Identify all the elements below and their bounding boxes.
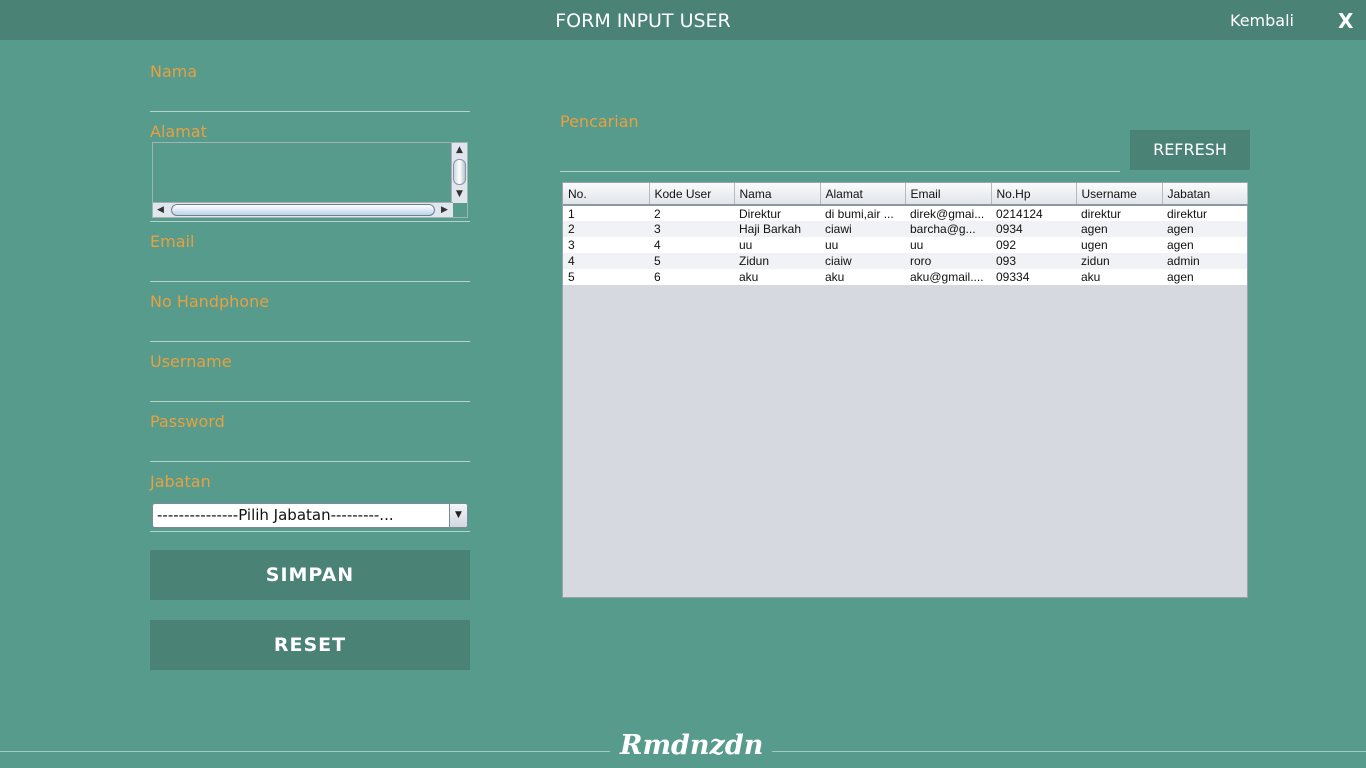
table-cell: 0934 <box>991 221 1076 237</box>
alamat-underline <box>150 221 470 222</box>
table-cell: aku <box>820 269 905 285</box>
handphone-label: No Handphone <box>150 292 270 311</box>
refresh-button[interactable]: REFRESH <box>1130 130 1250 170</box>
table-cell: agen <box>1162 221 1247 237</box>
column-header[interactable]: No.Hp <box>991 183 1077 206</box>
table-cell: roro <box>905 253 991 269</box>
alamat-label: Alamat <box>150 122 207 141</box>
table-cell: 2 <box>649 205 734 221</box>
table-cell: 5 <box>563 269 649 285</box>
nama-label: Nama <box>150 62 198 81</box>
table-cell: di bumi,air ... <box>820 205 905 221</box>
column-header[interactable]: Username <box>1076 183 1163 206</box>
table-cell: admin <box>1162 253 1247 269</box>
table-cell: aku@gmail.... <box>905 269 991 285</box>
table-cell: agen <box>1162 237 1247 253</box>
table-row[interactable]: 3 4 uu uu uu 092 ugen agen <box>563 237 1247 253</box>
table-cell: barcha@g... <box>905 221 991 237</box>
password-field[interactable] <box>150 461 470 462</box>
table-cell: aku <box>1076 269 1162 285</box>
jabatan-select[interactable]: ---------------Pilih Jabatan---------...… <box>152 503 468 528</box>
table-cell: 3 <box>563 237 649 253</box>
table-cell: 0214124 <box>991 205 1076 221</box>
email-field[interactable] <box>150 281 470 282</box>
table-row[interactable]: 5 6 aku aku aku@gmail.... 09334 aku agen <box>563 269 1247 285</box>
table-cell: 4 <box>563 253 649 269</box>
column-header[interactable]: Email <box>905 183 992 206</box>
reset-button[interactable]: RESET <box>150 620 470 670</box>
table-cell: ciawi <box>820 221 905 237</box>
table-cell: 5 <box>649 253 734 269</box>
table-row[interactable]: 4 5 Zidun ciaiw roro 093 zidun admin <box>563 253 1247 269</box>
user-table: No. Kode User Nama Alamat Email No.Hp Us… <box>562 182 1248 598</box>
close-button[interactable]: X <box>1338 9 1353 33</box>
username-field[interactable] <box>150 401 470 402</box>
table-cell: direk@gmai... <box>905 205 991 221</box>
table-cell: agen <box>1076 221 1162 237</box>
save-button[interactable]: SIMPAN <box>150 550 470 600</box>
table-cell: direktur <box>1076 205 1162 221</box>
scroll-up-icon[interactable]: ▲ <box>452 143 467 157</box>
table-cell: aku <box>734 269 820 285</box>
signature-logo: Rmdnzdn <box>620 730 764 761</box>
table-cell: ugen <box>1076 237 1162 253</box>
table-cell: Zidun <box>734 253 820 269</box>
scroll-thumb[interactable] <box>171 204 435 216</box>
table-cell: 6 <box>649 269 734 285</box>
table-cell: uu <box>820 237 905 253</box>
table-row[interactable]: 1 2 Direktur di bumi,air ... direk@gmai.… <box>563 205 1247 221</box>
email-label: Email <box>150 232 195 251</box>
column-header[interactable]: Kode User <box>649 183 735 206</box>
search-field[interactable] <box>560 171 1120 172</box>
scroll-thumb[interactable] <box>453 159 466 185</box>
table-cell: 093 <box>991 253 1076 269</box>
column-header[interactable]: Nama <box>734 183 821 206</box>
username-label: Username <box>150 352 232 371</box>
page-title: FORM INPUT USER <box>555 10 731 32</box>
scroll-left-icon[interactable]: ◀ <box>153 203 168 217</box>
footer-divider-right <box>772 751 1366 752</box>
footer-divider-left <box>0 751 610 752</box>
table-cell: 1 <box>563 205 649 221</box>
password-label: Password <box>150 412 225 431</box>
alamat-horizontal-scrollbar[interactable]: ◀ ▶ <box>153 202 453 217</box>
title-bar: FORM INPUT USER Kembali X <box>0 0 1366 40</box>
column-header[interactable]: Jabatan <box>1162 183 1248 206</box>
table-cell: ciaiw <box>820 253 905 269</box>
table-cell: uu <box>905 237 991 253</box>
table-cell: uu <box>734 237 820 253</box>
table-cell: direktur <box>1162 205 1247 221</box>
table-cell: zidun <box>1076 253 1162 269</box>
table-cell: 09334 <box>991 269 1076 285</box>
table-cell: 2 <box>563 221 649 237</box>
jabatan-label: Jabatan <box>150 472 211 491</box>
column-header[interactable]: Alamat <box>820 183 906 206</box>
table-cell: agen <box>1162 269 1247 285</box>
table-cell: 3 <box>649 221 734 237</box>
table-cell: Direktur <box>734 205 820 221</box>
table-header-row: No. Kode User Nama Alamat Email No.Hp Us… <box>563 183 1248 206</box>
table-row[interactable]: 2 3 Haji Barkah ciawi barcha@g... 0934 a… <box>563 221 1247 237</box>
handphone-field[interactable] <box>150 341 470 342</box>
scroll-down-icon[interactable]: ▼ <box>452 187 467 201</box>
search-label: Pencarian <box>560 112 639 131</box>
column-header[interactable]: No. <box>563 183 650 206</box>
scroll-right-icon[interactable]: ▶ <box>437 203 452 217</box>
back-link[interactable]: Kembali <box>1230 11 1294 30</box>
alamat-textarea[interactable]: ▲ ▼ ◀ ▶ <box>152 142 468 218</box>
nama-field[interactable] <box>150 111 470 112</box>
jabatan-selected-value: ---------------Pilih Jabatan---------... <box>157 506 394 524</box>
table-cell: Haji Barkah <box>734 221 820 237</box>
jabatan-underline <box>150 531 470 532</box>
chevron-down-icon[interactable]: ▼ <box>449 504 467 527</box>
alamat-vertical-scrollbar[interactable]: ▲ ▼ <box>451 143 467 203</box>
table-cell: 4 <box>649 237 734 253</box>
table-cell: 092 <box>991 237 1076 253</box>
